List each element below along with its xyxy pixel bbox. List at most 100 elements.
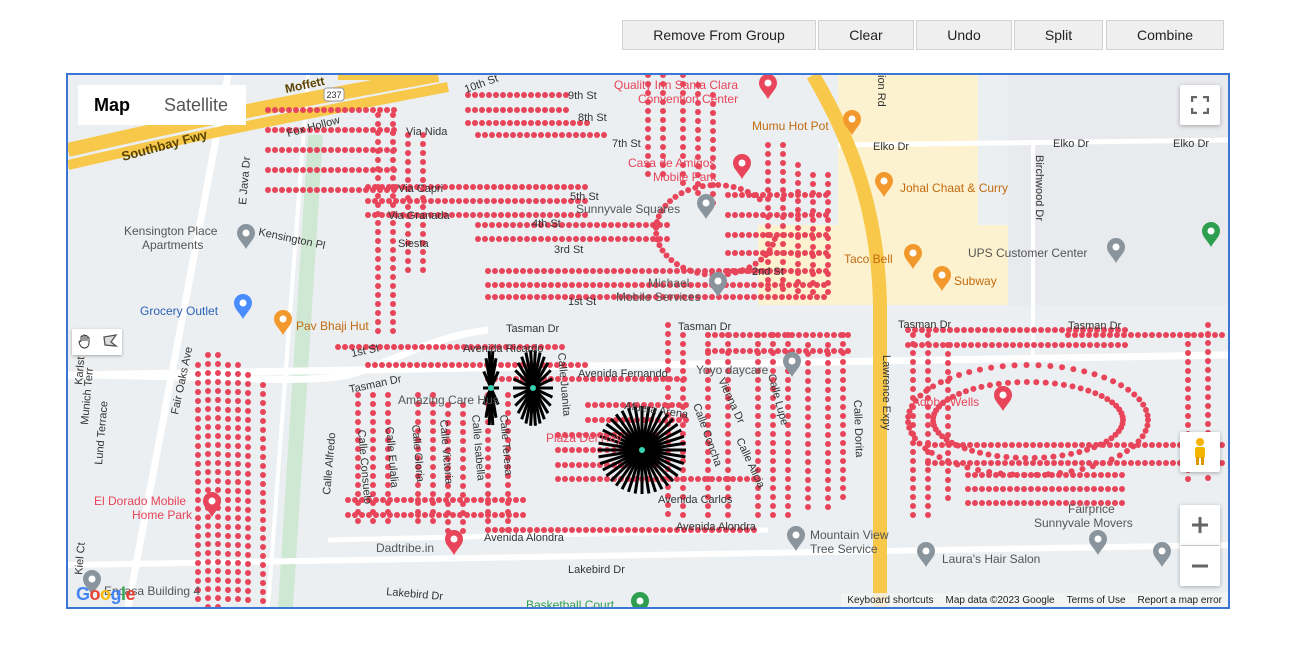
residence-dot: [583, 282, 589, 288]
residence-dot: [780, 178, 786, 184]
residence-dot: [500, 92, 506, 98]
residence-dot: [996, 327, 1002, 333]
street-view-pegman[interactable]: [1180, 432, 1220, 472]
residence-dot: [445, 510, 451, 516]
draw-polygon-button[interactable]: [97, 329, 122, 355]
residence-dot: [245, 597, 251, 603]
residence-dot: [503, 132, 509, 138]
group-center-plaza[interactable]: [639, 447, 645, 453]
residence-dot: [549, 120, 555, 126]
residence-dot: [225, 569, 231, 575]
residence-dot: [524, 236, 530, 242]
residence-dot: [810, 262, 816, 268]
residence-dot: [699, 183, 706, 190]
residence-dot: [1112, 472, 1118, 478]
residence-dot: [965, 500, 971, 506]
undo-button[interactable]: Undo: [916, 20, 1012, 50]
residence-dot: [420, 222, 426, 228]
combine-button[interactable]: Combine: [1106, 20, 1224, 50]
residence-dot: [732, 192, 738, 198]
residence-dot: [695, 145, 701, 151]
group-center-juanita[interactable]: [530, 385, 536, 391]
pan-hand-button[interactable]: [72, 329, 97, 355]
zoom-in-button[interactable]: [1180, 505, 1220, 545]
group-center-isabella[interactable]: [488, 385, 494, 391]
map-type-map-button[interactable]: Map: [78, 85, 146, 125]
residence-dot: [225, 515, 231, 521]
residence-dot: [954, 327, 960, 333]
residence-dot: [471, 497, 477, 503]
residence-dot: [780, 160, 786, 166]
residence-dot: [363, 187, 369, 193]
residence-dot: [568, 212, 574, 218]
residence-dot: [456, 362, 462, 368]
residence-dot: [646, 268, 652, 274]
residence-dot: [415, 491, 421, 497]
residence-dot: [1142, 442, 1148, 448]
residence-dot: [709, 294, 715, 300]
residence-dot: [1059, 327, 1065, 333]
residence-dot: [1091, 486, 1097, 492]
residence-dot: [205, 550, 211, 556]
residence-dot: [667, 268, 673, 274]
zoom-out-button[interactable]: [1180, 546, 1220, 586]
residence-dot: [547, 198, 553, 204]
residence-dot: [739, 232, 745, 238]
residence-dot: [420, 258, 426, 264]
residence-dot: [215, 442, 221, 448]
residence-dot: [370, 167, 376, 173]
residence-dot: [945, 495, 951, 501]
residence-dot: [761, 332, 767, 338]
residence-dot: [245, 444, 251, 450]
residence-dot: [365, 362, 371, 368]
residence-dot: [587, 236, 593, 242]
residence-dot: [260, 436, 266, 442]
residence-dot: [375, 193, 381, 199]
residence-dot: [932, 460, 938, 466]
residence-dot: [1012, 454, 1019, 461]
residence-dot: [335, 107, 341, 113]
split-button[interactable]: Split: [1014, 20, 1103, 50]
residence-dot: [492, 294, 498, 300]
residence-dot: [636, 222, 642, 228]
residence-dot: [1077, 385, 1084, 392]
residence-dot: [478, 497, 484, 503]
residence-dot: [470, 184, 476, 190]
residence-dot: [1170, 332, 1176, 338]
residence-dot: [335, 187, 341, 193]
clear-button[interactable]: Clear: [818, 20, 914, 50]
residence-dot: [594, 132, 600, 138]
residence-dot: [484, 198, 490, 204]
remove-from-group-button[interactable]: Remove From Group: [622, 20, 816, 50]
residence-dot: [375, 184, 381, 190]
residence-dot: [765, 187, 771, 193]
residence-dot: [478, 512, 484, 518]
residence-dot: [765, 178, 771, 184]
report-map-error-link[interactable]: Report a map error: [1132, 595, 1228, 606]
poi-sunnyvale-movers-label: Sunnyvale Movers: [1034, 516, 1133, 530]
residence-dot: [1087, 342, 1093, 348]
residence-dot: [755, 422, 761, 428]
residence-dot: [982, 342, 988, 348]
residence-dot: [695, 282, 701, 288]
residence-dot: [816, 232, 822, 238]
residence-dot: [688, 476, 694, 482]
residence-dot: [925, 476, 931, 482]
fullscreen-button[interactable]: [1180, 85, 1220, 125]
residence-dot: [225, 371, 231, 377]
residence-dot: [442, 198, 448, 204]
residence-dot: [805, 504, 811, 510]
residence-dot: [335, 147, 341, 153]
residence-dot: [660, 268, 666, 274]
residence-dot: [1057, 469, 1064, 476]
terms-of-use-link[interactable]: Terms of Use: [1061, 595, 1132, 606]
map-canvas[interactable]: Southbay Fwy Moffett 237 Lawrence Expy T…: [68, 75, 1228, 607]
residence-dot: [725, 512, 731, 518]
residence-dot: [725, 440, 731, 446]
residence-dot: [260, 382, 266, 388]
residence-dot: [450, 497, 456, 503]
keyboard-shortcuts-link[interactable]: Keyboard shortcuts: [841, 595, 939, 606]
residence-dot: [342, 127, 348, 133]
map-container[interactable]: Southbay Fwy Moffett 237 Lawrence Expy T…: [66, 73, 1230, 609]
map-type-satellite-button[interactable]: Satellite: [146, 85, 246, 125]
